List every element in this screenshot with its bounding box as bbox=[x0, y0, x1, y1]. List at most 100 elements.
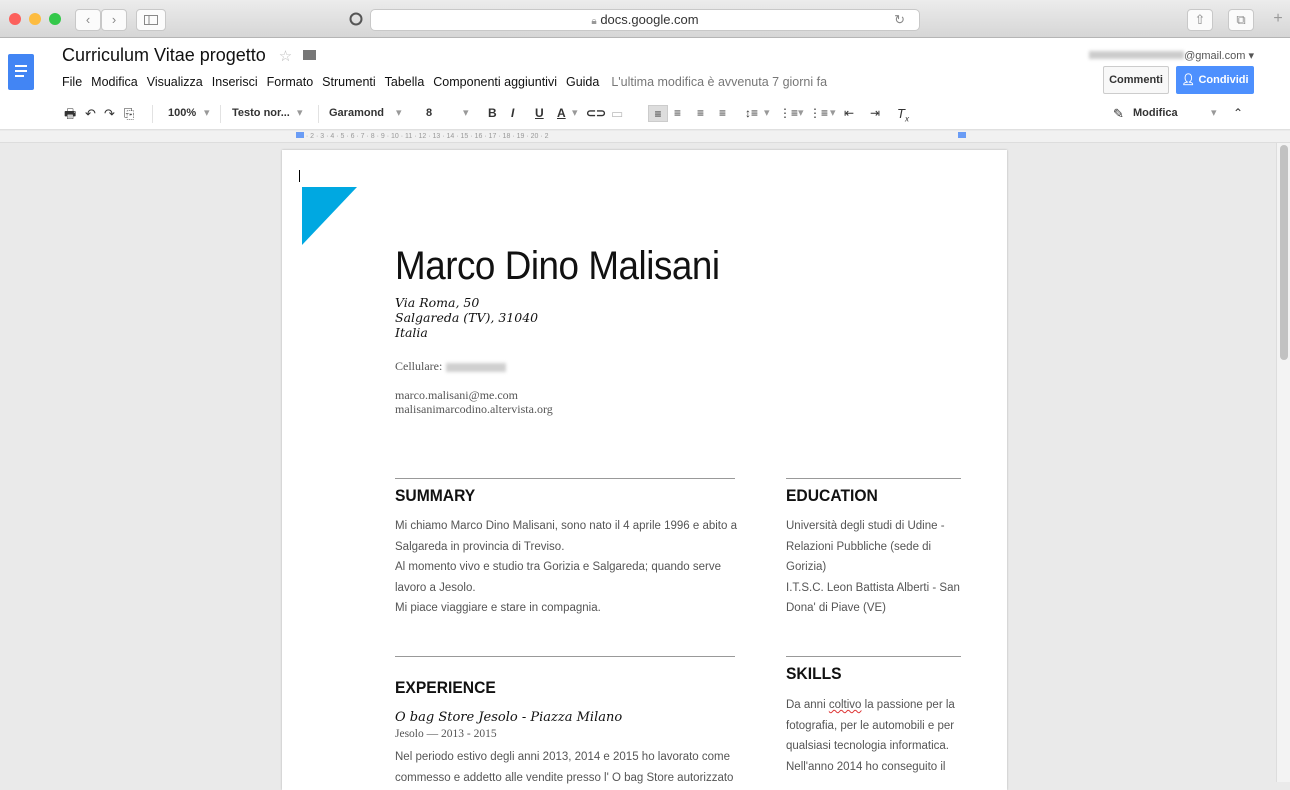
share-button-label: Condividi bbox=[1198, 74, 1249, 86]
bulleted-list-icon[interactable]: ⋮≡ bbox=[809, 105, 828, 122]
forward-button[interactable]: › bbox=[101, 9, 127, 31]
undo-icon[interactable]: ↶ bbox=[85, 105, 96, 122]
chevron-down-icon: ▾ bbox=[396, 107, 402, 119]
skills-line: Da anni coltivo la passione per la bbox=[786, 695, 986, 716]
ruler-scale: 1 · 2 · 3 · 4 · 5 · 6 · 7 · 8 · 9 · 10 ·… bbox=[300, 133, 549, 140]
underline-button[interactable]: U bbox=[535, 105, 544, 122]
comment-icon[interactable]: ▭ bbox=[611, 105, 623, 122]
menu-tabella[interactable]: Tabella bbox=[385, 75, 425, 89]
skills-text: Da anni coltivo la passione per la fotog… bbox=[786, 695, 986, 777]
align-right-icon[interactable]: ≡ bbox=[697, 105, 704, 122]
menu-componenti[interactable]: Componenti aggiuntivi bbox=[433, 75, 557, 89]
website-text: malisanimarcodino.altervista.org bbox=[395, 402, 553, 416]
folder-icon[interactable] bbox=[303, 50, 317, 60]
italic-button[interactable]: I bbox=[511, 105, 514, 122]
job-line: commesso e addetto alle vendite presso l… bbox=[395, 771, 734, 784]
summary-line: Mi chiamo Marco Dino Malisani, sono nato… bbox=[395, 520, 737, 532]
editing-mode-select[interactable]: Modifica bbox=[1133, 105, 1178, 122]
right-indent-marker-icon[interactable] bbox=[958, 132, 966, 138]
minimize-window-button[interactable] bbox=[29, 13, 41, 25]
ruler[interactable]: 1 · 2 · 3 · 4 · 5 · 6 · 7 · 8 · 9 · 10 ·… bbox=[0, 131, 1290, 143]
menu-bar: File Modifica Visualizza Inserisci Forma… bbox=[62, 75, 836, 89]
back-button[interactable]: ‹ bbox=[75, 9, 101, 31]
skills-title: SKILLS bbox=[786, 664, 842, 683]
star-icon[interactable]: ☆ bbox=[279, 48, 292, 65]
menu-file[interactable]: File bbox=[62, 75, 82, 89]
align-left-icon[interactable]: ≡ bbox=[648, 105, 668, 122]
reload-icon[interactable]: ↻ bbox=[894, 10, 905, 30]
chevron-down-icon: ▾ bbox=[297, 107, 303, 119]
zoom-window-button[interactable] bbox=[49, 13, 61, 25]
docs-logo-icon[interactable] bbox=[8, 54, 34, 90]
indent-marker-icon[interactable] bbox=[296, 132, 304, 138]
docs-header: Curriculum Vitae progetto ☆ File Modific… bbox=[0, 38, 1290, 96]
sidebar-toggle-button[interactable] bbox=[136, 9, 166, 31]
job-title: O bag Store Jesolo - Piazza Milano bbox=[395, 710, 623, 725]
formatting-toolbar: 🖶︎ ↶ ↷ ⎘ 100% ▾ Testo nor... ▾ Garamond … bbox=[0, 96, 1290, 130]
zoom-select[interactable]: 100% bbox=[168, 105, 196, 122]
account-email[interactable]: @gmail.com ▾ bbox=[1089, 49, 1254, 62]
font-size-select[interactable]: 8 bbox=[426, 105, 432, 122]
align-justify-icon[interactable]: ≡ bbox=[719, 105, 726, 122]
increase-indent-icon[interactable]: ⇥ bbox=[870, 105, 880, 122]
link-icon[interactable]: ⊂⊃ bbox=[586, 105, 606, 122]
skills-divider bbox=[786, 656, 961, 657]
font-select[interactable]: Garamond bbox=[329, 105, 384, 122]
summary-line: lavoro a Jesolo. bbox=[395, 581, 476, 594]
last-modified-link[interactable]: L'ultima modifica è avvenuta 7 giorni fa bbox=[611, 75, 827, 89]
job-meta: Jesolo — 2013 - 2015 bbox=[395, 728, 497, 740]
menu-strumenti[interactable]: Strumenti bbox=[322, 75, 376, 89]
browser-toolbar: ‹ › 🔒︎ docs.google.com ↻ ⇧ ⧉ + bbox=[0, 0, 1290, 38]
decrease-indent-icon[interactable]: ⇤ bbox=[844, 105, 854, 122]
vertical-scrollbar[interactable] bbox=[1276, 143, 1290, 782]
collapse-toolbar-icon[interactable]: ⌃ bbox=[1233, 105, 1243, 122]
paint-format-icon[interactable]: ⎘ bbox=[124, 105, 134, 122]
contact-block: marco.malisani@me.com malisanimarcodino.… bbox=[395, 388, 553, 416]
address-bar[interactable]: 🔒︎ docs.google.com ↻ bbox=[370, 9, 920, 31]
document-title-text[interactable]: Curriculum Vitae progetto bbox=[62, 45, 266, 65]
align-center-icon[interactable]: ≡ bbox=[674, 105, 681, 122]
bold-button[interactable]: B bbox=[488, 105, 497, 122]
menu-inserisci[interactable]: Inserisci bbox=[212, 75, 258, 89]
clear-formatting-icon[interactable]: Tx bbox=[897, 105, 909, 124]
menu-formato[interactable]: Formato bbox=[267, 75, 314, 89]
menu-guida[interactable]: Guida bbox=[566, 75, 599, 89]
print-icon[interactable]: 🖶︎ bbox=[64, 105, 76, 122]
document-page[interactable]: Marco Dino Malisani Via Roma, 50 Salgare… bbox=[282, 150, 1007, 790]
style-select[interactable]: Testo nor... bbox=[232, 105, 290, 122]
numbered-list-icon[interactable]: ⋮≡ bbox=[779, 105, 798, 122]
text-color-button[interactable]: A bbox=[557, 105, 566, 122]
skills-post: la passione per la bbox=[861, 699, 955, 711]
chevron-down-icon: ▾ bbox=[798, 107, 804, 119]
education-line: Relazioni Pubbliche (sede di bbox=[786, 540, 932, 553]
menu-modifica[interactable]: Modifica bbox=[91, 75, 138, 89]
address-city: Salgareda (TV), 31040 bbox=[395, 310, 539, 325]
chevron-down-icon: ▾ bbox=[830, 107, 836, 119]
accent-triangle-shape bbox=[302, 187, 357, 245]
share-button[interactable]: 👤︎ Condividi bbox=[1176, 66, 1254, 94]
comments-button[interactable]: Commenti bbox=[1103, 66, 1169, 94]
opera-icon bbox=[349, 12, 363, 26]
education-line: I.T.S.C. Leon Battista Alberti - San bbox=[786, 581, 960, 594]
education-divider bbox=[786, 478, 961, 479]
redo-icon[interactable]: ↷ bbox=[104, 105, 115, 122]
menu-visualizza[interactable]: Visualizza bbox=[147, 75, 203, 89]
close-window-button[interactable] bbox=[9, 13, 21, 25]
chevron-down-icon: ▾ bbox=[1211, 107, 1217, 119]
scrollbar-thumb[interactable] bbox=[1280, 145, 1288, 360]
chevron-down-icon: ▾ bbox=[463, 107, 469, 119]
education-line: Dona' di Piave (VE) bbox=[786, 602, 886, 614]
chevron-down-icon: ▾ bbox=[572, 107, 578, 119]
line-spacing-icon[interactable]: ↕≡ bbox=[745, 105, 758, 122]
new-tab-button[interactable]: + bbox=[1267, 9, 1289, 31]
summary-divider bbox=[395, 478, 735, 479]
pencil-icon: ✎ bbox=[1113, 106, 1124, 121]
spellcheck-word[interactable]: coltivo bbox=[829, 699, 862, 711]
education-text: Università degli studi di Udine - Relazi… bbox=[786, 516, 986, 619]
tabs-overview-button[interactable]: ⧉ bbox=[1228, 9, 1254, 31]
share-browser-button[interactable]: ⇧ bbox=[1187, 9, 1213, 31]
email-text: marco.malisani@me.com bbox=[395, 388, 519, 402]
job-line: Nel periodo estivo degli anni 2013, 2014… bbox=[395, 751, 731, 763]
document-title[interactable]: Curriculum Vitae progetto ☆ bbox=[62, 45, 317, 66]
opera-turbo-button[interactable] bbox=[347, 9, 365, 31]
